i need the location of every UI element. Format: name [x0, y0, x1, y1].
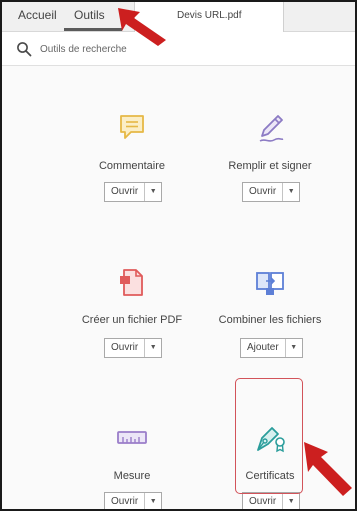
combine-files-icon	[256, 272, 284, 295]
tab-bar: Accueil Outils Devis URL.pdf	[2, 2, 355, 32]
tool-create-pdf[interactable]: Créer un fichier PDF	[57, 264, 207, 326]
button-label: Ouvrir	[105, 339, 146, 357]
acrobat-tools-panel: Accueil Outils Devis URL.pdf Commentaire…	[0, 0, 357, 511]
chevron-down-icon[interactable]: ▼	[283, 493, 299, 509]
open-comment-button[interactable]: Ouvrir ▼	[104, 182, 163, 202]
tool-label: Commentaire	[98, 160, 166, 172]
tab-home[interactable]: Accueil	[18, 8, 57, 22]
chevron-down-icon[interactable]: ▼	[286, 339, 302, 357]
create-pdf-icon	[120, 269, 143, 296]
comment-icon	[120, 115, 144, 139]
open-measure-button[interactable]: Ouvrir ▼	[104, 492, 163, 509]
annotation-arrow-icon	[118, 8, 166, 46]
open-create-pdf-button[interactable]: Ouvrir ▼	[104, 338, 163, 358]
ruler-icon	[117, 431, 147, 444]
tool-fill-sign[interactable]: Remplir et signer	[195, 110, 345, 172]
add-combine-files-button[interactable]: Ajouter ▼	[240, 338, 303, 358]
chevron-down-icon[interactable]: ▼	[283, 183, 299, 201]
tool-comment[interactable]: Commentaire	[57, 110, 207, 172]
tool-label: Mesure	[113, 470, 151, 482]
fill-sign-icon	[259, 115, 284, 142]
tool-label: Créer un fichier PDF	[81, 314, 183, 326]
button-label: Ouvrir	[105, 183, 146, 201]
tool-label: Combiner les fichiers	[218, 314, 322, 326]
certificates-highlight-box	[235, 378, 303, 494]
chevron-down-icon[interactable]: ▼	[145, 493, 161, 509]
tool-label: Remplir et signer	[228, 160, 312, 172]
annotation-arrow-icon	[304, 442, 352, 496]
button-label: Ajouter	[241, 339, 286, 357]
search-icon	[17, 42, 32, 57]
button-label: Ouvrir	[243, 183, 284, 201]
tab-tools[interactable]: Outils	[74, 8, 105, 22]
tools-search-bar	[2, 32, 355, 66]
chevron-down-icon[interactable]: ▼	[145, 183, 161, 201]
open-certificates-button[interactable]: Ouvrir ▼	[242, 492, 301, 509]
button-label: Ouvrir	[243, 493, 284, 509]
tool-combine-files[interactable]: Combiner les fichiers	[195, 264, 345, 326]
button-label: Ouvrir	[105, 493, 146, 509]
chevron-down-icon[interactable]: ▼	[145, 339, 161, 357]
tool-measure[interactable]: Mesure	[57, 420, 207, 482]
open-fill-sign-button[interactable]: Ouvrir ▼	[242, 182, 301, 202]
document-tab-label: Devis URL.pdf	[177, 10, 242, 21]
